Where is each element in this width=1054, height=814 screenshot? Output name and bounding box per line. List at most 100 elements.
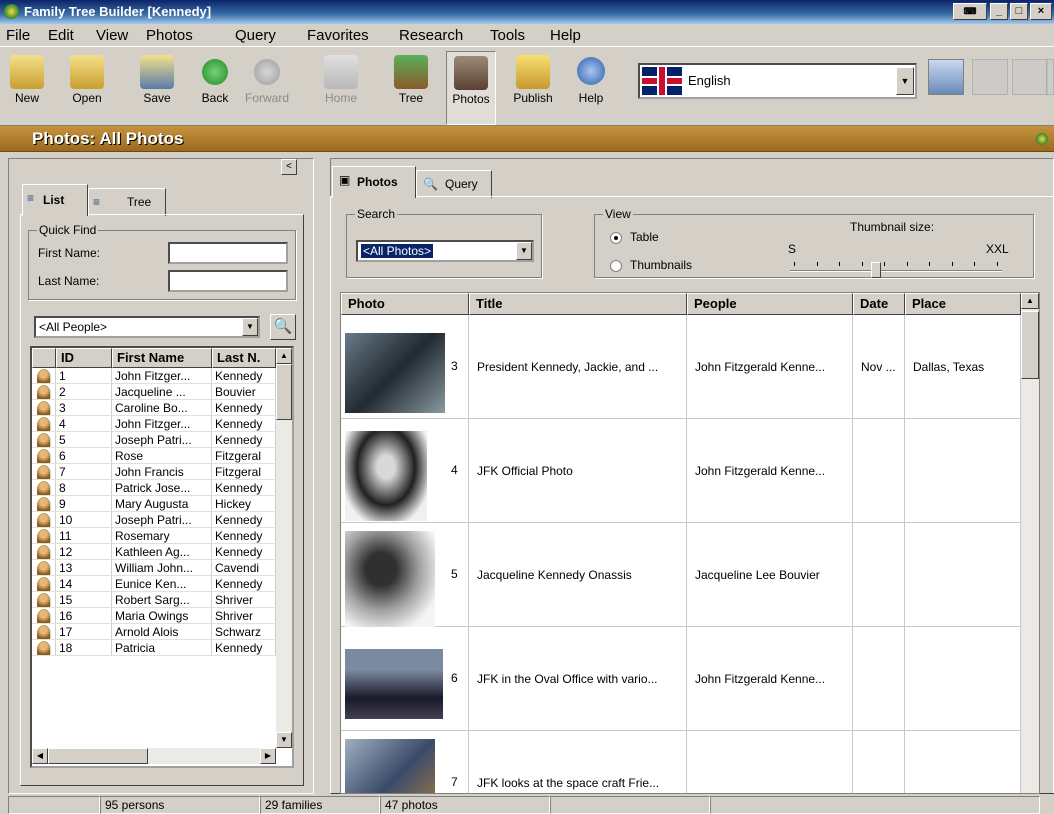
photo-thumbnail[interactable] (345, 739, 435, 793)
menu-help[interactable]: Help (550, 27, 581, 44)
column-header-photo[interactable]: Photo (341, 293, 469, 315)
first-name-field[interactable] (168, 242, 288, 264)
view-table-label[interactable]: Table (630, 230, 659, 244)
chevron-down-icon[interactable]: ▼ (242, 318, 258, 336)
table-row[interactable]: 7 John Francis Fitzgeral (32, 464, 276, 480)
minimize-button[interactable]: _ (990, 3, 1008, 20)
people-hscroll-thumb[interactable] (48, 748, 148, 764)
people-filter-select[interactable]: <All People> ▼ (34, 316, 260, 338)
table-row[interactable]: 18 Patricia Kennedy (32, 640, 276, 656)
table-row[interactable]: 4 John Fitzger... Kennedy (32, 416, 276, 432)
table-row[interactable]: 8 Patrick Jose... Kennedy (32, 480, 276, 496)
photo-thumbnail[interactable] (345, 531, 435, 627)
table-row[interactable]: 2 Jacqueline ... Bouvier (32, 384, 276, 400)
open-button[interactable]: Open (62, 51, 112, 125)
tab-tree[interactable]: ≡ Tree (88, 188, 166, 216)
publish-button[interactable]: Publish (508, 51, 558, 125)
menu-file[interactable]: File (6, 27, 30, 44)
menu-query[interactable]: Query (235, 27, 276, 44)
thumbnail-size-slider[interactable] (870, 262, 881, 278)
add-person-icon[interactable] (928, 59, 964, 95)
view-table-radio[interactable] (610, 232, 622, 244)
column-header-first-name[interactable]: First Name (112, 348, 212, 368)
column-header-id[interactable]: ID (56, 348, 112, 368)
back-button[interactable]: Back (190, 51, 240, 125)
photos-table[interactable]: Photo Title People Date Place 3 President… (340, 292, 1040, 794)
table-row[interactable]: 15 Robert Sarg... Shriver (32, 592, 276, 608)
view-person-icon[interactable] (972, 59, 1008, 95)
tab-query[interactable]: 🔍 Query (416, 170, 492, 198)
photo-cell[interactable]: 4 (341, 419, 469, 523)
table-row[interactable]: 6 Rose Fitzgeral (32, 448, 276, 464)
table-row[interactable]: 6 JFK in the Oval Office with vario... Joh… (341, 627, 1021, 731)
column-header-last-name[interactable]: Last N. (212, 348, 276, 368)
photo-thumbnail[interactable] (345, 431, 427, 521)
column-header-date[interactable]: Date (853, 293, 905, 315)
table-row[interactable]: 17 Arnold Alois Schwarz (32, 624, 276, 640)
scroll-up-icon[interactable]: ▲ (276, 348, 292, 364)
table-row[interactable]: 13 William John... Cavendi (32, 560, 276, 576)
table-row[interactable]: 4 JFK Official Photo John Fitzgerald Kenne… (341, 419, 1021, 523)
photos-vscroll-thumb[interactable] (1021, 311, 1039, 379)
help-button[interactable]: Help (566, 51, 616, 125)
menu-edit[interactable]: Edit (48, 27, 74, 44)
table-row[interactable]: 3 Caroline Bo... Kennedy (32, 400, 276, 416)
table-row[interactable]: 3 President Kennedy, Jackie, and ... John … (341, 315, 1021, 419)
table-row[interactable]: 1 John Fitzger... Kennedy (32, 368, 276, 384)
table-row[interactable]: 7 JFK looks at the space craft Frie... (341, 731, 1021, 793)
home-button[interactable]: Home (316, 51, 366, 125)
photo-search-select[interactable]: <All Photos> ▼ (356, 240, 534, 262)
photo-cell[interactable]: 3 (341, 315, 469, 419)
menu-photos[interactable]: Photos (146, 27, 193, 44)
edit-person-icon[interactable] (1012, 59, 1048, 95)
new-button[interactable]: New (2, 51, 52, 125)
table-row[interactable]: 9 Mary Augusta Hickey (32, 496, 276, 512)
view-thumbnails-label[interactable]: Thumbnails (630, 258, 692, 272)
photo-cell[interactable]: 6 (341, 627, 469, 731)
menu-favorites[interactable]: Favorites (307, 27, 369, 44)
tree-button[interactable]: Tree (386, 51, 436, 125)
column-header-people[interactable]: People (687, 293, 853, 315)
photo-thumbnail[interactable] (345, 649, 443, 719)
column-header-place[interactable]: Place (905, 293, 1021, 315)
table-row[interactable]: 5 Joseph Patri... Kennedy (32, 432, 276, 448)
scroll-up-icon[interactable]: ▲ (1021, 293, 1039, 309)
table-row[interactable]: 10 Joseph Patri... Kennedy (32, 512, 276, 528)
photos-vscroll[interactable]: ▲ (1021, 293, 1039, 793)
language-select[interactable]: English ▼ (638, 63, 917, 99)
table-row[interactable]: 16 Maria Owings Shriver (32, 608, 276, 624)
photo-thumbnail[interactable] (345, 333, 445, 413)
maximize-button[interactable]: □ (1010, 3, 1028, 20)
scroll-left-icon[interactable]: ◀ (32, 748, 48, 764)
people-hscroll[interactable]: ◀ ▶ (32, 748, 276, 764)
scroll-down-icon[interactable]: ▼ (276, 732, 292, 748)
table-row[interactable]: 11 Rosemary Kennedy (32, 528, 276, 544)
more-icon[interactable] (1046, 59, 1054, 95)
search-button[interactable]: 🔍 (270, 314, 296, 340)
title-bar[interactable]: Family Tree Builder [Kennedy] ⌨ _ □ × (0, 0, 1054, 24)
people-vscroll[interactable]: ▲ ▼ (276, 348, 292, 748)
collapse-panel-button[interactable]: < (281, 159, 297, 175)
table-row[interactable]: 12 Kathleen Ag... Kennedy (32, 544, 276, 560)
table-row[interactable]: 14 Eunice Ken... Kennedy (32, 576, 276, 592)
people-vscroll-thumb[interactable] (276, 364, 292, 420)
save-button[interactable]: Save (132, 51, 182, 125)
forward-button[interactable]: Forward (242, 51, 292, 125)
scroll-right-icon[interactable]: ▶ (260, 748, 276, 764)
close-button[interactable]: × (1030, 3, 1052, 20)
thumbnail-size-track[interactable] (790, 270, 1002, 272)
tab-list[interactable]: ≡ List (22, 184, 88, 216)
column-header-title[interactable]: Title (469, 293, 687, 315)
photo-cell[interactable]: 5 (341, 523, 469, 627)
chevron-down-icon[interactable]: ▼ (516, 242, 532, 260)
photo-cell[interactable]: 7 (341, 731, 469, 793)
tab-photos[interactable]: ▣ Photos (332, 166, 416, 198)
chevron-down-icon[interactable]: ▼ (896, 67, 914, 95)
people-grid[interactable]: ID First Name Last N. 1 John Fitzger... Ke… (30, 346, 294, 768)
table-row[interactable]: 5 Jacqueline Kennedy Onassis Jacqueline Le… (341, 523, 1021, 627)
menu-tools[interactable]: Tools (490, 27, 525, 44)
column-header-icon[interactable] (32, 348, 56, 368)
view-thumbnails-radio[interactable] (610, 260, 622, 272)
keyboard-icon[interactable]: ⌨ (953, 3, 987, 20)
menu-view[interactable]: View (96, 27, 128, 44)
